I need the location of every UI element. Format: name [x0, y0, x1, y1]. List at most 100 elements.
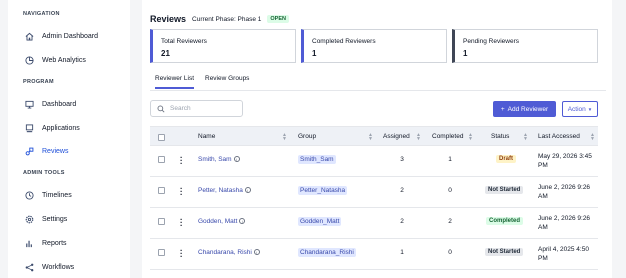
stat-label: Completed Reviewers — [312, 38, 376, 45]
stat-label: Total Reviewers — [161, 38, 207, 45]
completed-count: 2 — [448, 218, 452, 225]
add-reviewer-button[interactable]: + Add Reviewer — [493, 101, 556, 117]
last-accessed: May 29, 2026 3:45 PM — [538, 153, 592, 169]
sidebar-item-reports[interactable]: Reports — [8, 234, 130, 252]
sidebar-section-admin-tools: ADMIN TOOLS — [23, 170, 65, 176]
column-header-name[interactable]: Name — [198, 133, 215, 140]
row-menu-icon[interactable]: · · · — [180, 247, 184, 261]
row-menu-icon[interactable]: · · · — [180, 154, 184, 168]
reviewer-name-link[interactable]: Petter, Natasha — [198, 187, 243, 194]
table-row: · · · Chandarana, Rishi i Chandarana_Rishi … — [150, 239, 598, 270]
sort-icon[interactable]: ▲ ▼ — [523, 133, 528, 142]
reviewer-name-link[interactable]: Godden, Matt — [198, 218, 237, 225]
tab-review-groups[interactable]: Review Groups — [205, 75, 249, 82]
current-phase-label: Current Phase: Phase 1 — [192, 15, 262, 23]
sidebar-item-label: Admin Dashboard — [42, 32, 99, 40]
search-input[interactable] — [170, 105, 240, 112]
info-icon[interactable]: i — [244, 187, 251, 194]
sidebar-item-web-analytics[interactable]: Web Analytics — [8, 51, 130, 69]
stat-value: 1 — [463, 49, 468, 58]
stat-label: Pending Reviewers — [463, 38, 520, 45]
info-icon[interactable]: i — [233, 156, 240, 163]
sidebar-item-label: Workflows — [42, 263, 75, 271]
stat-value: 1 — [312, 49, 317, 58]
last-accessed: June 2, 2026 9:26 AM — [538, 215, 591, 231]
status-badge: Not Started — [485, 186, 524, 194]
sort-icon[interactable]: ▲ ▼ — [416, 133, 421, 142]
reviewer-name[interactable]: Smith, Sam i — [198, 156, 240, 163]
column-header-assigned[interactable]: Assigned — [383, 133, 410, 140]
status-badge: Completed — [486, 217, 524, 225]
sidebar-item-label: Reviews — [42, 147, 69, 155]
row-checkbox[interactable] — [158, 249, 165, 256]
assigned-count: 2 — [400, 218, 404, 225]
reviewer-name[interactable]: Chandarana, Rishi i — [198, 249, 260, 256]
phase-status-badge: OPEN — [267, 15, 289, 23]
stat-card-pending-reviewers: Pending Reviewers 1 — [452, 29, 598, 63]
last-accessed: April 4, 2025 4:50 PM — [538, 246, 589, 262]
column-header-last-accessed[interactable]: Last Accessed — [538, 133, 580, 140]
row-menu-icon[interactable]: · · · — [180, 216, 184, 230]
column-header-status[interactable]: Status — [491, 133, 509, 140]
column-header-completed[interactable]: Completed — [432, 133, 463, 140]
status-badge: Draft — [496, 155, 517, 163]
search-icon — [157, 105, 165, 113]
stat-card-total-reviewers: Total Reviewers 21 — [150, 29, 296, 63]
sidebar-item-reviews[interactable]: Reviews — [8, 142, 130, 160]
sidebar-item-admin-dashboard[interactable]: Admin Dashboard — [8, 27, 130, 45]
reviewer-name[interactable]: Godden, Matt i — [198, 218, 246, 225]
main-panel: Reviews Current Phase: Phase 1 OPEN Tota… — [142, 0, 612, 278]
row-checkbox[interactable] — [158, 187, 165, 194]
reviewer-name[interactable]: Petter, Natasha i — [198, 187, 251, 194]
analytics-icon — [24, 55, 34, 65]
info-icon[interactable]: i — [253, 249, 260, 256]
sidebar-item-label: Settings — [42, 215, 68, 223]
reviewer-name-link[interactable]: Smith, Sam — [198, 156, 232, 163]
assigned-count: 3 — [400, 156, 404, 163]
completed-count: 0 — [448, 249, 452, 256]
caret-down-icon: ▼ — [587, 106, 593, 112]
bar-chart-icon — [24, 238, 34, 248]
select-all-checkbox[interactable] — [158, 134, 165, 141]
clock-icon — [24, 190, 34, 200]
sidebar-item-applications[interactable]: Applications — [8, 119, 130, 137]
sort-icon[interactable]: ▲ ▼ — [468, 133, 473, 142]
row-checkbox[interactable] — [158, 218, 165, 225]
group-chip[interactable]: Smith_Sam — [298, 155, 336, 164]
sidebar-item-dashboard[interactable]: Dashboard — [8, 95, 130, 113]
sidebar-item-label: Timelines — [42, 191, 72, 199]
sidebar: NAVIGATION Admin Dashboard Web Analytics… — [8, 0, 130, 278]
column-header-group[interactable]: Group — [298, 133, 316, 140]
group-chip[interactable]: Godden_Matt — [298, 217, 342, 226]
sidebar-item-label: Dashboard — [42, 100, 77, 108]
group-chip[interactable]: Petter_Natasha — [298, 186, 348, 195]
monitor-icon — [24, 99, 34, 109]
table-row: · · · Petter, Natasha i Petter_Natasha 2 0 … — [150, 177, 598, 208]
tab-bar: Reviewer List Review Groups — [150, 73, 606, 91]
sidebar-item-settings[interactable]: Settings — [8, 210, 130, 228]
search-box[interactable] — [150, 100, 243, 117]
reviewer-name-link[interactable]: Chandarana, Rishi — [198, 249, 252, 256]
stat-value: 21 — [161, 49, 170, 58]
sidebar-item-timelines[interactable]: Timelines — [8, 186, 130, 204]
completed-count: 0 — [448, 187, 452, 194]
sort-icon[interactable]: ▲ ▼ — [590, 133, 595, 142]
action-dropdown-button[interactable]: Action ▼ — [562, 101, 598, 117]
info-icon[interactable]: i — [239, 218, 246, 225]
sidebar-item-label: Reports — [42, 239, 67, 247]
sidebar-section-navigation: NAVIGATION — [23, 11, 60, 17]
tab-reviewer-list[interactable]: Reviewer List — [155, 75, 195, 89]
last-accessed: June 2, 2026 9:26 AM — [538, 184, 591, 200]
status-badge: Not Started — [485, 248, 524, 256]
group-chip[interactable]: Chandarana_Rishi — [298, 248, 356, 257]
sort-icon[interactable]: ▲ ▼ — [282, 133, 287, 142]
row-menu-icon[interactable]: · · · — [180, 185, 184, 199]
applications-icon — [24, 123, 34, 133]
sort-icon[interactable]: ▲ ▼ — [368, 133, 373, 142]
page-header: Reviews Current Phase: Phase 1 OPEN — [150, 14, 289, 24]
gear-icon — [24, 214, 34, 224]
stat-card-completed-reviewers: Completed Reviewers 1 — [301, 29, 447, 63]
row-checkbox[interactable] — [158, 156, 165, 163]
sidebar-section-program: PROGRAM — [23, 79, 54, 85]
sidebar-item-workflows[interactable]: Workflows — [8, 258, 130, 276]
